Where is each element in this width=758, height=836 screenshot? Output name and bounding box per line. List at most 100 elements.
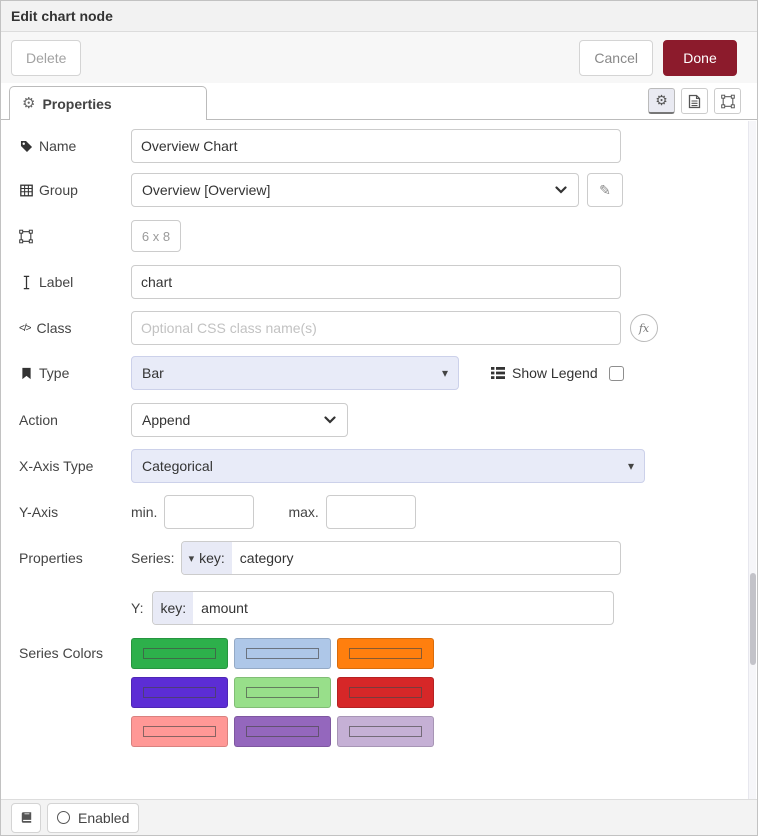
properties-form: Name Group Overview [Overview] ✎: [1, 121, 757, 799]
key-prefix-label: key:: [160, 600, 186, 616]
color-swatch[interactable]: [337, 677, 434, 708]
group-select[interactable]: Overview [Overview]: [131, 173, 579, 207]
dialog-header: Edit chart node: [1, 1, 757, 32]
cancel-button[interactable]: Cancel: [579, 40, 653, 76]
action-label: Action: [19, 412, 58, 428]
label-label: Label: [39, 274, 73, 290]
action-selected-value: Append: [142, 412, 190, 428]
xaxis-type-dropdown[interactable]: Categorical ▾: [131, 449, 645, 483]
properties-label: Properties: [19, 550, 83, 566]
gear-icon: ⚙: [22, 96, 35, 111]
form-scrollbar[interactable]: [748, 121, 756, 800]
series-colors-grid: [131, 638, 434, 747]
object-group-icon: [721, 94, 735, 108]
swatch-inner-outline: [349, 726, 422, 737]
label-input[interactable]: [131, 265, 621, 299]
caret-down-icon: ▾: [189, 552, 195, 565]
series-label: Series:: [131, 550, 175, 566]
color-swatch[interactable]: [131, 716, 228, 747]
table-icon: [19, 183, 33, 197]
edit-chart-node-dialog: Edit chart node Delete Cancel Done ⚙ Pro…: [0, 0, 758, 836]
action-select[interactable]: Append: [131, 403, 348, 437]
type-label: Type: [39, 365, 69, 381]
swatch-inner-outline: [143, 648, 216, 659]
text-cursor-icon: [19, 275, 33, 289]
color-swatch[interactable]: [131, 677, 228, 708]
dialog-title: Edit chart node: [11, 8, 113, 24]
type-dropdown[interactable]: Bar ▾: [131, 356, 459, 390]
tag-icon: [19, 139, 33, 153]
show-legend-label: Show Legend: [512, 365, 598, 381]
y-key-value: amount: [193, 592, 256, 624]
size-row: 6 x 8: [19, 219, 181, 253]
enabled-status-icon: [57, 811, 70, 824]
show-legend-checkbox[interactable]: [609, 366, 624, 381]
action-row: Action Append: [19, 403, 348, 437]
editor-toolbar: ⚙: [648, 88, 757, 119]
series-colors-label: Series Colors: [19, 645, 103, 661]
color-swatch[interactable]: [131, 638, 228, 669]
color-swatch[interactable]: [234, 638, 331, 669]
series-key-type-select[interactable]: ▾ key:: [182, 542, 232, 574]
list-icon: [491, 366, 505, 380]
group-row: Group Overview [Overview] ✎: [19, 173, 623, 207]
color-swatch[interactable]: [234, 677, 331, 708]
y-key-input[interactable]: key: amount: [152, 591, 614, 625]
color-swatch[interactable]: [337, 716, 434, 747]
done-button[interactable]: Done: [663, 40, 737, 76]
tab-properties[interactable]: ⚙ Properties: [9, 86, 207, 120]
chevron-down-icon: [323, 413, 337, 427]
name-label: Name: [39, 138, 76, 154]
swatch-inner-outline: [349, 648, 422, 659]
key-prefix-label: key:: [199, 550, 225, 566]
series-row: Properties Series: ▾ key: category: [19, 541, 621, 575]
appearance-view-button[interactable]: [714, 88, 741, 114]
description-view-button[interactable]: [681, 88, 708, 114]
group-label: Group: [39, 182, 78, 198]
color-swatch[interactable]: [337, 638, 434, 669]
properties-view-button[interactable]: ⚙: [648, 88, 675, 114]
class-label: Class: [36, 320, 71, 336]
label-row: Label: [19, 265, 621, 299]
group-selected-value: Overview [Overview]: [142, 182, 270, 198]
dialog-button-row: Delete Cancel Done: [1, 32, 757, 83]
yaxis-label: Y-Axis: [19, 504, 58, 520]
edit-group-button[interactable]: ✎: [587, 173, 623, 207]
document-icon: [688, 94, 702, 108]
type-row: Type Bar ▾ Show Legend: [19, 356, 624, 390]
scrollbar-thumb[interactable]: [750, 573, 756, 665]
class-row: </> Class fx: [19, 311, 658, 345]
delete-button[interactable]: Delete: [11, 40, 81, 76]
class-input[interactable]: [131, 311, 621, 345]
swatch-inner-outline: [246, 648, 319, 659]
chevron-down-icon: [554, 183, 568, 197]
xaxis-selected-value: Categorical: [142, 458, 213, 474]
xaxis-row: X-Axis Type Categorical ▾: [19, 449, 645, 483]
size-button[interactable]: 6 x 8: [131, 220, 181, 252]
docs-button[interactable]: [11, 803, 41, 833]
dialog-footer: Enabled: [1, 799, 757, 835]
object-group-icon: [19, 229, 33, 243]
color-swatch[interactable]: [234, 716, 331, 747]
yaxis-min-input[interactable]: [164, 495, 254, 529]
enabled-label: Enabled: [78, 810, 129, 826]
name-row: Name: [19, 129, 621, 163]
name-input[interactable]: [131, 129, 621, 163]
code-icon: </>: [19, 321, 30, 335]
gear-icon: ⚙: [655, 92, 668, 109]
y-key-prefix: key:: [153, 592, 193, 624]
fx-button[interactable]: fx: [630, 314, 658, 342]
swatch-inner-outline: [246, 687, 319, 698]
tab-properties-label: Properties: [42, 96, 111, 112]
caret-down-icon: ▾: [442, 366, 448, 380]
series-key-input[interactable]: ▾ key: category: [181, 541, 621, 575]
yaxis-max-input[interactable]: [326, 495, 416, 529]
yaxis-min-label: min.: [131, 504, 157, 520]
yaxis-max-label: max.: [288, 504, 318, 520]
pencil-icon: ✎: [599, 182, 611, 199]
xaxis-label: X-Axis Type: [19, 458, 93, 474]
y-label: Y:: [131, 600, 143, 616]
enabled-toggle-button[interactable]: Enabled: [47, 803, 139, 833]
yaxis-row: Y-Axis min. max.: [19, 495, 416, 529]
fx-icon: fx: [639, 322, 649, 335]
